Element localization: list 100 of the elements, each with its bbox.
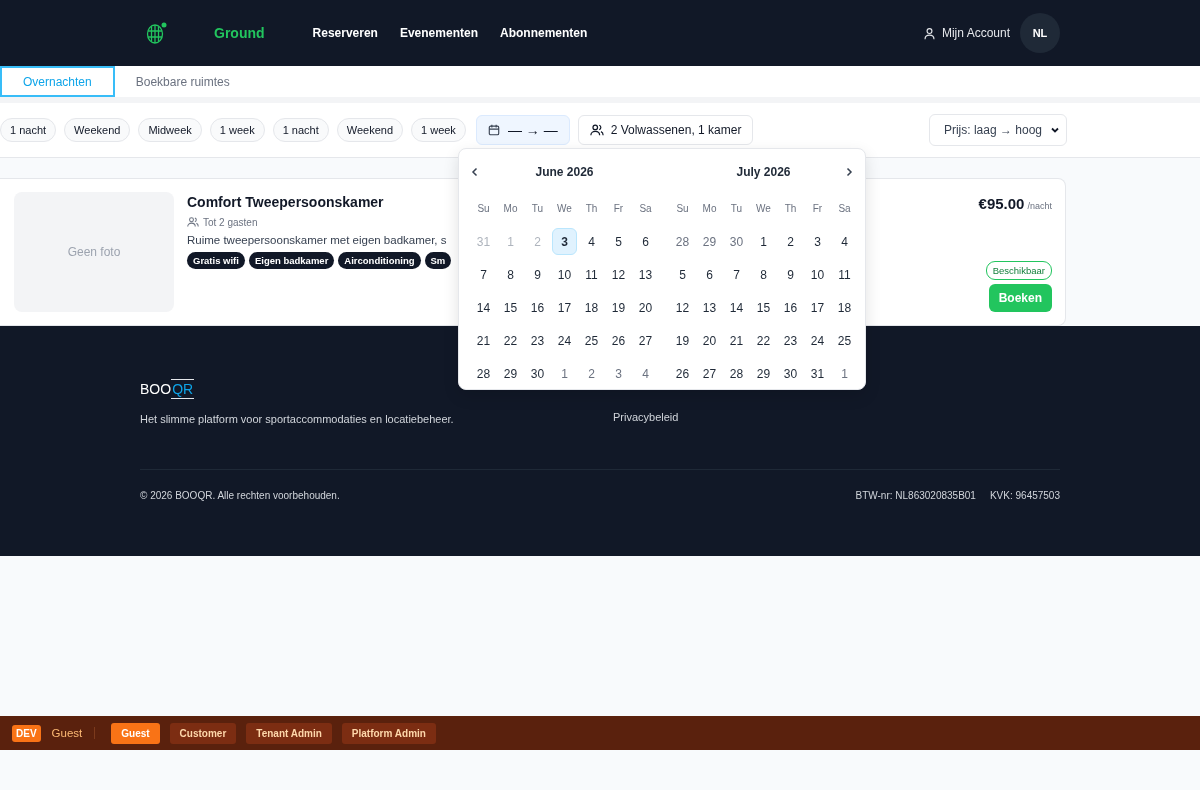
preset-chip[interactable]: Weekend bbox=[336, 118, 403, 142]
calendar-day[interactable]: 4 bbox=[633, 360, 658, 387]
role-button[interactable]: Customer bbox=[169, 722, 237, 744]
calendar-day[interactable]: 14 bbox=[724, 294, 749, 321]
tab[interactable]: Boekbare ruimtes bbox=[114, 66, 251, 97]
calendar-day[interactable]: 25 bbox=[832, 327, 857, 354]
calendar-day[interactable]: 18 bbox=[832, 294, 857, 321]
calendar-day[interactable]: 9 bbox=[525, 261, 550, 288]
calendar-day[interactable]: 17 bbox=[552, 294, 577, 321]
calendar-day[interactable]: 26 bbox=[670, 360, 695, 387]
calendar-day[interactable]: 24 bbox=[552, 327, 577, 354]
calendar-day[interactable]: 15 bbox=[751, 294, 776, 321]
calendar-day[interactable]: 22 bbox=[498, 327, 523, 354]
calendar-day[interactable]: 27 bbox=[697, 360, 722, 387]
calendar-day[interactable]: 12 bbox=[606, 261, 631, 288]
calendar-day[interactable]: 28 bbox=[471, 360, 496, 387]
amenity-tag: Airconditioning bbox=[338, 252, 421, 269]
preset-chip[interactable]: 1 week bbox=[411, 118, 466, 142]
calendar-day[interactable]: 21 bbox=[471, 327, 496, 354]
calendar-day[interactable]: 4 bbox=[579, 228, 604, 255]
calendar-day[interactable]: 31 bbox=[805, 360, 830, 387]
calendar-day[interactable]: 3 bbox=[606, 360, 631, 387]
calendar-day[interactable]: 30 bbox=[724, 228, 749, 255]
calendar-day[interactable]: 23 bbox=[778, 327, 803, 354]
calendar-day[interactable]: 16 bbox=[525, 294, 550, 321]
calendar-day[interactable]: 28 bbox=[724, 360, 749, 387]
calendar-day[interactable]: 20 bbox=[633, 294, 658, 321]
calendar-day[interactable]: 1 bbox=[832, 360, 857, 387]
sort-select[interactable]: Prijs: laag → hoog bbox=[928, 114, 1067, 146]
calendar-day[interactable]: 20 bbox=[697, 327, 722, 354]
calendar-day[interactable]: 21 bbox=[724, 327, 749, 354]
weekday-label: Su bbox=[476, 202, 491, 216]
calendar-day[interactable]: 8 bbox=[498, 261, 523, 288]
placeholder-text: Geen foto bbox=[67, 245, 121, 259]
capacity-text: Tot 2 gasten bbox=[203, 216, 258, 228]
calendar-day[interactable]: 1 bbox=[552, 360, 577, 387]
calendar-day[interactable]: 3 bbox=[552, 228, 577, 255]
calendar-day[interactable]: 16 bbox=[778, 294, 803, 321]
calendar-day[interactable]: 17 bbox=[805, 294, 830, 321]
vat-number: BTW-nr: NL863020835B01 bbox=[855, 490, 976, 501]
amenity-tag: Gratis wifi bbox=[187, 252, 245, 269]
nav-link[interactable]: Abonnementen bbox=[499, 26, 588, 40]
calendar-day[interactable]: 22 bbox=[751, 327, 776, 354]
calendar-day[interactable]: 6 bbox=[697, 261, 722, 288]
calendar-day[interactable]: 11 bbox=[579, 261, 604, 288]
brand-name[interactable]: Ground bbox=[214, 25, 265, 41]
role-button[interactable]: Tenant Admin bbox=[246, 722, 332, 744]
calendar-day[interactable]: 13 bbox=[697, 294, 722, 321]
role-button[interactable]: Platform Admin bbox=[341, 722, 436, 744]
calendar-day[interactable]: 19 bbox=[606, 294, 631, 321]
preset-chip[interactable]: 1 nacht bbox=[272, 118, 329, 142]
calendar-day[interactable]: 12 bbox=[670, 294, 695, 321]
calendar-day[interactable]: 29 bbox=[697, 228, 722, 255]
calendar-day[interactable]: 15 bbox=[498, 294, 523, 321]
calendar-day[interactable]: 10 bbox=[805, 261, 830, 288]
calendar-day[interactable]: 2 bbox=[579, 360, 604, 387]
logo-icon[interactable] bbox=[145, 21, 169, 45]
calendar-day[interactable]: 29 bbox=[498, 360, 523, 387]
date-range-button[interactable]: — → — bbox=[475, 115, 570, 145]
calendar-day[interactable]: 7 bbox=[724, 261, 749, 288]
calendar-day[interactable]: 30 bbox=[778, 360, 803, 387]
calendar-day[interactable]: 28 bbox=[670, 228, 695, 255]
calendar-day[interactable]: 14 bbox=[471, 294, 496, 321]
calendar-day[interactable]: 18 bbox=[579, 294, 604, 321]
calendar-day[interactable]: 11 bbox=[832, 261, 857, 288]
calendar-day[interactable]: 19 bbox=[670, 327, 695, 354]
calendar-day[interactable]: 6 bbox=[633, 228, 658, 255]
nav-link[interactable]: Evenementen bbox=[399, 26, 478, 40]
nav-link[interactable]: Reserveren bbox=[312, 26, 378, 40]
calendar-day[interactable]: 24 bbox=[805, 327, 830, 354]
account-link[interactable]: Mijn Account bbox=[941, 26, 1010, 40]
calendar-day[interactable]: 4 bbox=[832, 228, 857, 255]
calendar-day[interactable]: 9 bbox=[778, 261, 803, 288]
calendar-day[interactable]: 5 bbox=[670, 261, 695, 288]
users-icon bbox=[589, 123, 604, 137]
weekday-label: Mo bbox=[701, 202, 718, 216]
calendar-day[interactable]: 29 bbox=[751, 360, 776, 387]
calendar-day[interactable]: 2 bbox=[778, 228, 803, 255]
calendar-day[interactable]: 7 bbox=[471, 261, 496, 288]
calendar-day[interactable]: 30 bbox=[525, 360, 550, 387]
guests-button[interactable]: 2 Volwassenen, 1 kamer bbox=[577, 115, 754, 145]
preset-chip[interactable]: 1 nacht bbox=[0, 118, 57, 142]
price: €95.00 bbox=[978, 195, 1025, 212]
calendar-day[interactable]: 23 bbox=[525, 327, 550, 354]
footer-link[interactable]: Privacybeleid bbox=[613, 411, 679, 423]
calendar-day[interactable]: 26 bbox=[606, 327, 631, 354]
calendar-day[interactable]: 1 bbox=[751, 228, 776, 255]
calendar-day[interactable]: 8 bbox=[751, 261, 776, 288]
calendar-day[interactable]: 3 bbox=[805, 228, 830, 255]
calendar-day[interactable]: 25 bbox=[579, 327, 604, 354]
calendar-day[interactable]: 10 bbox=[552, 261, 577, 288]
calendar-day[interactable]: 5 bbox=[606, 228, 631, 255]
chevron-down-icon bbox=[1050, 125, 1060, 135]
amenity-tag: Eigen badkamer bbox=[248, 252, 335, 269]
language-avatar[interactable]: NL bbox=[1020, 13, 1060, 53]
calendar-day[interactable]: 13 bbox=[633, 261, 658, 288]
preset-chip[interactable]: Weekend bbox=[64, 118, 131, 142]
preset-chip[interactable]: Midweek bbox=[138, 118, 202, 142]
calendar-day[interactable]: 27 bbox=[633, 327, 658, 354]
preset-chip[interactable]: 1 week bbox=[209, 118, 265, 142]
